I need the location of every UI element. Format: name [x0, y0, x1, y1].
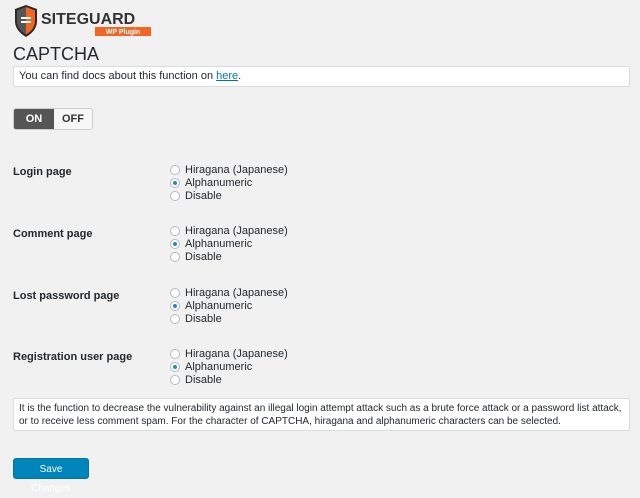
radio-button[interactable]: [170, 313, 180, 324]
radio-button[interactable]: [170, 287, 180, 298]
radio-button[interactable]: [170, 374, 180, 385]
option-label: Hiragana (Japanese): [185, 163, 288, 176]
registration-user-page-label: Registration user page: [13, 351, 133, 363]
option-alphanumeric[interactable]: Alphanumeric: [170, 299, 288, 312]
option-label: Disable: [185, 250, 222, 263]
registration-user-page-options: Hiragana (Japanese) Alphanumeric Disable: [170, 347, 288, 386]
radio-button-checked[interactable]: [170, 238, 180, 249]
radio-button[interactable]: [170, 251, 180, 262]
radio-button[interactable]: [170, 190, 180, 201]
toggle-off-button[interactable]: OFF: [54, 109, 92, 129]
login-page-label: Login page: [13, 166, 72, 178]
docs-notice: You can find docs about this function on…: [13, 66, 630, 87]
radio-button[interactable]: [170, 225, 180, 236]
notice-prefix: You can find docs about this function on: [19, 70, 217, 82]
option-label: Alphanumeric: [185, 176, 253, 189]
option-disable[interactable]: Disable: [170, 189, 288, 202]
option-alphanumeric[interactable]: Alphanumeric: [170, 360, 288, 373]
option-hiragana[interactable]: Hiragana (Japanese): [170, 163, 288, 176]
lost-password-page-label: Lost password page: [13, 290, 120, 302]
option-alphanumeric[interactable]: Alphanumeric: [170, 176, 288, 189]
option-label: Alphanumeric: [185, 299, 253, 312]
function-description: It is the function to decrease the vulne…: [13, 398, 630, 431]
page-title: CAPTCHA: [13, 44, 100, 64]
logo-brand-text: SITEGUARD: [41, 11, 135, 28]
toggle-on-button[interactable]: ON: [14, 109, 54, 129]
comment-page-options: Hiragana (Japanese) Alphanumeric Disable: [170, 224, 288, 263]
option-hiragana[interactable]: Hiragana (Japanese): [170, 286, 288, 299]
option-disable[interactable]: Disable: [170, 250, 288, 263]
radio-button-checked[interactable]: [170, 177, 180, 188]
option-alphanumeric[interactable]: Alphanumeric: [170, 237, 288, 250]
option-hiragana[interactable]: Hiragana (Japanese): [170, 347, 288, 360]
on-off-toggle[interactable]: ON OFF: [13, 108, 93, 130]
comment-page-label: Comment page: [13, 228, 93, 240]
siteguard-logo: SITEGUARD WP Plugin: [13, 5, 155, 37]
notice-suffix: .: [238, 70, 242, 82]
radio-button[interactable]: [170, 164, 180, 175]
option-label: Alphanumeric: [185, 360, 253, 373]
option-hiragana[interactable]: Hiragana (Japanese): [170, 224, 288, 237]
option-label: Disable: [185, 373, 222, 386]
option-disable[interactable]: Disable: [170, 373, 288, 386]
lost-password-page-options: Hiragana (Japanese) Alphanumeric Disable: [170, 286, 288, 325]
option-label: Disable: [185, 312, 222, 325]
option-label: Hiragana (Japanese): [185, 347, 288, 360]
login-page-options: Hiragana (Japanese) Alphanumeric Disable: [170, 163, 288, 202]
radio-button-checked[interactable]: [170, 300, 180, 311]
siteguard-shield-icon: SITEGUARD WP Plugin: [15, 5, 151, 37]
docs-link[interactable]: here: [216, 70, 238, 82]
logo-sub-text: WP Plugin: [106, 29, 140, 36]
option-label: Disable: [185, 189, 222, 202]
option-disable[interactable]: Disable: [170, 312, 288, 325]
radio-button[interactable]: [170, 348, 180, 359]
save-changes-button[interactable]: Save Changes: [13, 458, 89, 494]
option-label: Hiragana (Japanese): [185, 286, 288, 299]
option-label: Hiragana (Japanese): [185, 224, 288, 237]
option-label: Alphanumeric: [185, 237, 253, 250]
radio-button-checked[interactable]: [170, 361, 180, 372]
